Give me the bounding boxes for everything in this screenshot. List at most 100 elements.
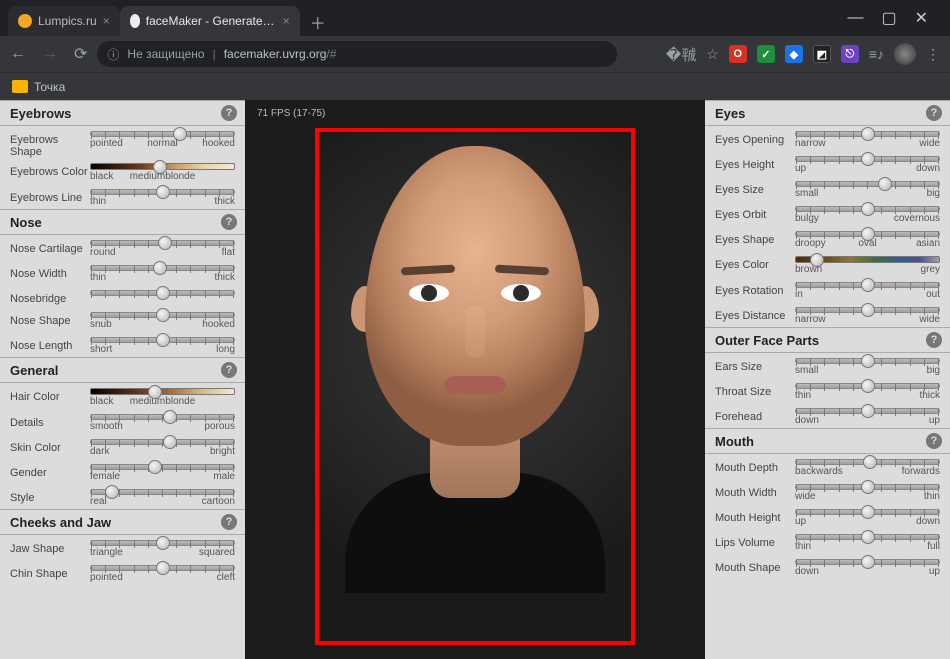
slider-track[interactable] — [90, 388, 235, 395]
slider-track[interactable] — [795, 484, 940, 490]
slider-track[interactable] — [90, 337, 235, 343]
section-title: Eyes — [715, 106, 745, 121]
slider-track[interactable] — [90, 265, 235, 271]
slider-track[interactable] — [795, 559, 940, 565]
favicon — [130, 14, 140, 28]
url-host: facemaker.uvrg.org — [224, 47, 327, 61]
slider-track[interactable] — [90, 565, 235, 571]
slider-label: Style — [10, 486, 88, 504]
slider-track[interactable] — [90, 489, 235, 495]
slider-label: Eyebrows Color — [10, 160, 88, 178]
slider-label: Nose Width — [10, 262, 88, 280]
bookmark-item[interactable]: Точка — [34, 80, 65, 94]
slider-track[interactable] — [795, 408, 940, 414]
slider-label: Eyes Size — [715, 178, 793, 196]
menu-icon[interactable]: ⋮ — [926, 46, 940, 63]
selection-frame — [315, 128, 635, 645]
help-icon[interactable]: ? — [926, 105, 942, 121]
ext-icon[interactable]: ✓ — [757, 45, 775, 63]
slider-label: Jaw Shape — [10, 537, 88, 555]
slider-label: Eyebrows Line — [10, 186, 88, 204]
slider-track[interactable] — [90, 189, 235, 195]
slider-row: Eyes Shape droopyovalasian — [705, 226, 950, 251]
section-title: General — [10, 363, 58, 378]
slider-row: Eyes Rotation inout — [705, 277, 950, 302]
slider-row: Lips Volume thinfull — [705, 529, 950, 554]
window-controls: — ▢ ✕ — [847, 0, 942, 36]
reading-list-icon[interactable]: ≡♪ — [869, 46, 884, 62]
slider-row: Eyes Orbit bulgycovernous — [705, 201, 950, 226]
avatar[interactable] — [894, 43, 916, 65]
slider-track[interactable] — [795, 282, 940, 288]
forward-icon[interactable]: → — [42, 45, 58, 63]
slider-track[interactable] — [795, 534, 940, 540]
close-icon[interactable]: × — [103, 14, 110, 28]
slider-row: Chin Shape pointedcleft — [0, 560, 245, 585]
slider-track[interactable] — [90, 240, 235, 246]
translate-icon[interactable]: �㍻ — [666, 44, 696, 65]
info-icon[interactable]: ⓘ — [107, 46, 119, 63]
slider-track[interactable] — [90, 312, 235, 318]
slider-track[interactable] — [795, 307, 940, 313]
help-icon[interactable]: ? — [926, 433, 942, 449]
close-icon[interactable]: × — [283, 14, 290, 28]
viewport-3d[interactable]: 71 FPS (17-75) — [245, 100, 705, 659]
slider-track[interactable] — [795, 256, 940, 263]
slider-track[interactable] — [795, 231, 940, 237]
slider-track[interactable] — [90, 163, 235, 170]
section-title: Mouth — [715, 434, 754, 449]
slider-row: Eyes Color browngrey — [705, 251, 950, 277]
help-icon[interactable]: ? — [926, 332, 942, 348]
slider-label: Nose Length — [10, 334, 88, 352]
slider-track[interactable] — [795, 459, 940, 465]
help-icon[interactable]: ? — [221, 514, 237, 530]
slider-label: Eyes Distance — [715, 304, 793, 322]
tab-title: Lumpics.ru — [38, 14, 97, 28]
slider-track[interactable] — [795, 206, 940, 212]
slider-track[interactable] — [90, 414, 235, 420]
slider-label: Gender — [10, 461, 88, 479]
reload-icon[interactable]: ⟳ — [74, 44, 87, 64]
section-title: Nose — [10, 215, 42, 230]
ext-icon[interactable]: ◩ — [813, 45, 831, 63]
slider-row: Eyes Size smallbig — [705, 176, 950, 201]
slider-label: Nosebridge — [10, 287, 88, 305]
slider-row: Throat Size thinthick — [705, 378, 950, 403]
section-head: Outer Face Parts ? — [705, 327, 950, 353]
help-icon[interactable]: ? — [221, 362, 237, 378]
section-title: Cheeks and Jaw — [10, 515, 111, 530]
back-icon[interactable]: ← — [10, 45, 26, 63]
slider-track[interactable] — [90, 290, 235, 296]
help-icon[interactable]: ? — [221, 105, 237, 121]
tab-lumpics[interactable]: Lumpics.ru × — [8, 6, 120, 36]
section-title: Outer Face Parts — [715, 333, 819, 348]
slider-row: Nose Width thinthick — [0, 260, 245, 285]
slider-track[interactable] — [795, 383, 940, 389]
slider-row: Eyes Height updown — [705, 151, 950, 176]
slider-track[interactable] — [795, 509, 940, 515]
slider-track[interactable] — [90, 464, 235, 470]
slider-track[interactable] — [795, 358, 940, 364]
slider-track[interactable] — [795, 181, 940, 187]
slider-row: Jaw Shape trianglesquared — [0, 535, 245, 560]
slider-label: Skin Color — [10, 436, 88, 454]
slider-track[interactable] — [795, 131, 940, 137]
slider-thumb[interactable] — [156, 286, 170, 300]
slider-track[interactable] — [795, 156, 940, 162]
slider-row: Mouth Shape downup — [705, 554, 950, 579]
maximize-icon[interactable]: ▢ — [881, 8, 896, 28]
slider-row: Nose Shape snubhooked — [0, 307, 245, 332]
tab-facemaker[interactable]: faceMaker - Generate your favo… × — [120, 6, 300, 36]
omnibox[interactable]: ⓘ Не защищено | facemaker.uvrg.org/# — [97, 41, 617, 67]
slider-track[interactable] — [90, 439, 235, 445]
close-window-icon[interactable]: ✕ — [915, 8, 928, 28]
slider-track[interactable] — [90, 131, 235, 137]
slider-track[interactable] — [90, 540, 235, 546]
star-icon[interactable]: ☆ — [706, 46, 719, 63]
minimize-icon[interactable]: — — [847, 9, 863, 27]
ext-icon[interactable]: ⎋ — [841, 45, 859, 63]
new-tab-button[interactable]: ＋ — [304, 8, 332, 36]
ext-icon[interactable]: ◆ — [785, 45, 803, 63]
help-icon[interactable]: ? — [221, 214, 237, 230]
ext-icon[interactable]: O — [729, 45, 747, 63]
